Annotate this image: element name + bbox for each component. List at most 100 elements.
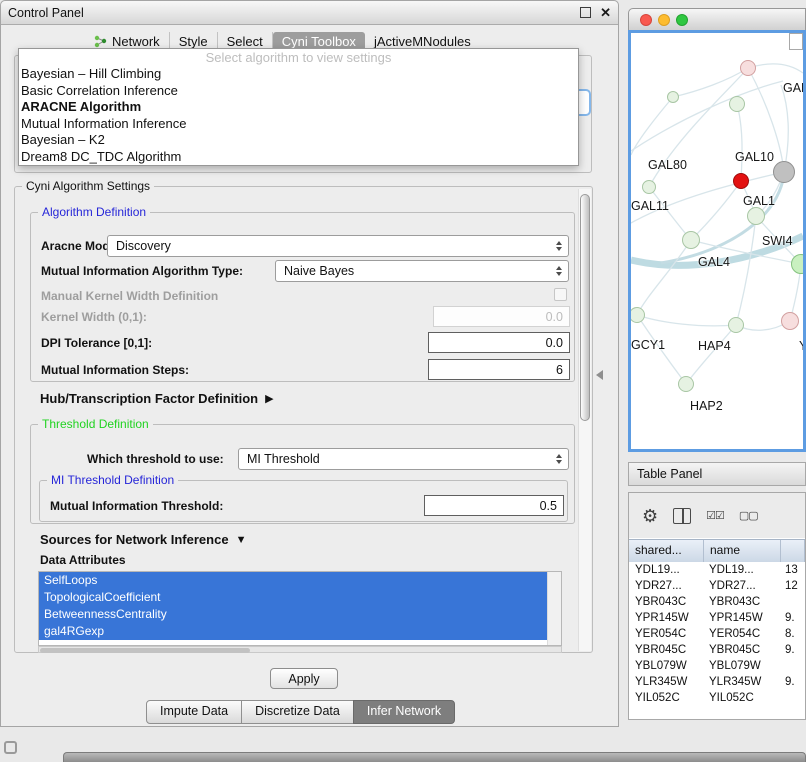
columns-icon[interactable] (673, 508, 691, 524)
table-body[interactable]: YDL19... YDL19... 13 YDR27... YDR27... 1… (629, 562, 805, 719)
dpi-tolerance-value: 0.0 (546, 336, 563, 350)
network-node[interactable] (642, 180, 656, 194)
kernel-width-field[interactable]: 0.0 (433, 306, 570, 327)
network-node-gcy1[interactable] (629, 307, 645, 323)
network-window-titlebar[interactable] (628, 8, 806, 32)
hub-section-toggle[interactable]: Hub/Transcription Factor Definition ▶ (40, 391, 274, 406)
algorithm-option[interactable]: Mutual Information Inference (19, 116, 578, 133)
minimize-traffic-light-icon[interactable] (658, 14, 670, 26)
apply-button-label: Apply (288, 672, 319, 686)
table-row[interactable]: YDL19... YDL19... 13 (629, 562, 805, 578)
table-row[interactable]: YBL079W YBL079W (629, 658, 805, 674)
table-row[interactable]: YBR045C YBR045C 9. (629, 642, 805, 658)
mi-steps-field[interactable]: 6 (428, 359, 570, 380)
which-threshold-select[interactable]: MI Threshold (238, 448, 569, 470)
table-header-row: shared... name (629, 539, 805, 563)
column-header-extra[interactable] (781, 540, 805, 562)
table-row[interactable]: YBR043C YBR043C (629, 594, 805, 610)
network-node-gal1[interactable] (747, 207, 765, 225)
algorithm-option[interactable]: Bayesian – Hill Climbing (19, 66, 578, 83)
table-row[interactable]: YIL052C YIL052C (629, 690, 805, 706)
cell-value: 13 (779, 562, 805, 578)
network-node[interactable] (781, 312, 799, 330)
which-threshold-value: MI Threshold (247, 452, 320, 466)
splitter-collapse-icon[interactable] (596, 370, 603, 380)
aracne-mode-select[interactable]: Discovery (107, 235, 569, 257)
node-label: GAL10 (735, 150, 774, 164)
mi-steps-value: 6 (556, 363, 563, 377)
network-node[interactable] (773, 161, 795, 183)
tab-select-label: Select (227, 34, 263, 49)
network-node-hap4[interactable] (728, 317, 744, 333)
deselect-all-checkboxes-icon[interactable]: ▢▢ (739, 509, 758, 522)
threshold-definition-group: Threshold Definition Which threshold to … (30, 424, 575, 524)
network-node[interactable] (740, 60, 756, 76)
table-row[interactable]: YER054C YER054C 8. (629, 626, 805, 642)
network-node-gal10[interactable] (733, 173, 749, 189)
table-row[interactable]: YPR145W YPR145W 9. (629, 610, 805, 626)
kernel-width-label: Kernel Width (0,1): (41, 310, 147, 324)
algorithm-option-selected[interactable]: ARACNE Algorithm (19, 99, 578, 116)
attributes-list-hscrollbar[interactable] (38, 646, 562, 653)
node-label: HAP2 (690, 399, 723, 413)
node-label: GAL11 (631, 199, 669, 213)
hub-section-label: Hub/Transcription Factor Definition (40, 391, 258, 406)
table-panel-titlebar[interactable]: Table Panel (628, 462, 806, 486)
cell-shared-name: YBL079W (629, 658, 703, 674)
cell-name: YBL079W (703, 658, 779, 674)
column-header-shared-name[interactable]: shared... (629, 540, 704, 562)
attributes-list-scrollbar[interactable] (547, 572, 561, 645)
algorithm-option[interactable]: Bayesian – K2 (19, 132, 578, 149)
settings-gear-icon[interactable]: ⚙ (642, 507, 658, 525)
dpi-tolerance-field[interactable]: 0.0 (428, 332, 570, 353)
control-panel-titlebar[interactable]: Control Panel ✕ (1, 1, 618, 25)
settings-scrollbar[interactable] (578, 189, 591, 651)
network-node-hap2[interactable] (678, 376, 694, 392)
manual-kernel-label: Manual Kernel Width Definition (41, 289, 218, 303)
close-traffic-light-icon[interactable] (640, 14, 652, 26)
select-all-checkboxes-icon[interactable]: ☑☑ (706, 509, 724, 522)
mi-threshold-field[interactable]: 0.5 (424, 495, 564, 516)
minimized-panel-icon[interactable] (4, 741, 17, 754)
algorithm-option[interactable]: Basic Correlation Inference (19, 83, 578, 100)
mi-threshold-label: Mutual Information Threshold: (50, 499, 223, 513)
node-label: GAL4 (698, 255, 730, 269)
close-icon[interactable]: ✕ (600, 8, 611, 18)
cell-name: YDL19... (703, 562, 779, 578)
tab-infer-network[interactable]: Infer Network (353, 700, 455, 724)
attribute-row-selected[interactable]: TopologicalCoefficient (39, 589, 548, 606)
table-row[interactable]: YLR345W YLR345W 9. (629, 674, 805, 690)
table-row[interactable]: YDR27... YDR27... 12 (629, 578, 805, 594)
network-node[interactable] (667, 91, 679, 103)
table-toolbar: ⚙ ☑☑ ▢▢ (629, 493, 805, 538)
data-attributes-list[interactable]: SelfLoops TopologicalCoefficient Between… (38, 571, 562, 646)
attributes-hscroll-thumb[interactable] (40, 648, 250, 653)
network-node[interactable] (729, 96, 745, 112)
mi-type-select[interactable]: Naive Bayes (275, 260, 569, 282)
float-window-icon[interactable] (580, 7, 591, 18)
settings-scrollbar-thumb[interactable] (580, 194, 590, 421)
tab-discretize-data[interactable]: Discretize Data (241, 700, 354, 724)
apply-button[interactable]: Apply (270, 668, 338, 689)
tab-impute-data[interactable]: Impute Data (146, 700, 242, 724)
attribute-row-selected[interactable]: BetweennessCentrality (39, 606, 548, 623)
table-panel-title: Table Panel (637, 467, 702, 481)
network-scrollbar-stub[interactable] (789, 33, 803, 50)
control-panel-window: Control Panel ✕ Network Style Select Cyn… (0, 0, 619, 727)
cell-shared-name: YBR043C (629, 594, 703, 610)
dropdown-placeholder[interactable]: Select algorithm to view settings (19, 49, 578, 66)
network-canvas[interactable]: GAL GAL80 GAL10 GAL11 GAL1 SWI4 GAL4 GCY… (628, 30, 806, 452)
tab-jactivemnodules-label: jActiveMNodules (374, 34, 471, 49)
column-header-name[interactable]: name (704, 540, 781, 562)
network-node-gal4[interactable] (682, 231, 700, 249)
attribute-row-selected[interactable]: gal4RGexp (39, 623, 548, 640)
zoom-traffic-light-icon[interactable] (676, 14, 688, 26)
bottom-window-edge[interactable] (63, 752, 806, 762)
cyni-mode-tabs: Impute Data Discretize Data Infer Networ… (146, 700, 455, 724)
algorithm-option[interactable]: Dream8 DC_TDC Algorithm (19, 149, 578, 166)
sources-section-toggle[interactable]: Sources for Network Inference ▼ (40, 532, 246, 547)
network-node[interactable] (791, 254, 806, 274)
manual-kernel-checkbox[interactable] (554, 288, 567, 301)
network-icon (94, 35, 107, 48)
attribute-row-selected[interactable]: SelfLoops (39, 572, 548, 589)
